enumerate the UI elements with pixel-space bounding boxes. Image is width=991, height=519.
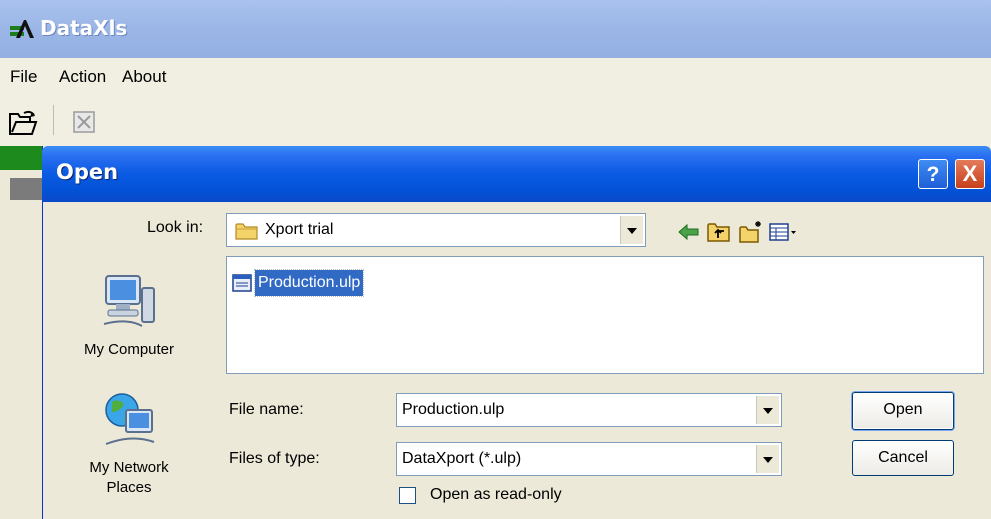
my-network-label[interactable]: My Network Places [74,458,184,498]
toolbar-separator [53,105,54,135]
close-button[interactable]: X [955,159,985,189]
read-only-label[interactable]: Open as read-only [430,486,562,504]
menu-about[interactable]: About [122,67,166,87]
toolbar [0,98,991,146]
chevron-down-icon[interactable] [620,216,643,244]
chevron-down-icon[interactable] [756,445,779,473]
file-icon [232,274,252,292]
menu-file[interactable]: File [10,67,37,87]
open-button[interactable]: Open [852,392,954,430]
look-in-value: Xport trial [265,221,334,238]
file-name-production[interactable]: Production.ulp [253,269,365,297]
up-folder-icon[interactable] [706,219,732,245]
file-name-field[interactable]: Production.ulp [396,393,782,427]
view-menu-icon[interactable] [768,219,798,245]
help-button[interactable]: ? [918,159,948,189]
file-type-value: DataXport (*.ulp) [402,450,522,467]
app-panel-block [10,178,42,200]
app-background [0,170,42,519]
cancel-button[interactable]: Cancel [852,440,954,476]
file-name-value: Production.ulp [402,401,505,418]
dialog-title-bar[interactable] [42,146,991,202]
app-status-strip [0,146,42,170]
my-computer-icon[interactable] [98,270,160,332]
export-icon[interactable] [70,108,98,136]
menu-action[interactable]: Action [59,67,106,87]
chevron-down-icon[interactable] [756,396,779,424]
dialog-title: Open [56,160,119,184]
look-in-label: Look in: [147,219,204,236]
folder-icon [235,223,258,240]
read-only-checkbox[interactable] [399,487,416,504]
back-arrow-icon[interactable] [676,219,702,245]
my-computer-label[interactable]: My Computer [74,340,184,360]
file-type-select[interactable]: DataXport (*.ulp) [396,442,782,476]
app-logo-icon [10,20,34,38]
look-in-combo[interactable]: Xport trial [226,213,646,247]
file-type-label: Files of type: [229,450,320,467]
app-title-bar [0,0,991,58]
new-folder-icon[interactable] [738,219,764,245]
open-folder-icon[interactable] [8,110,38,136]
file-name-label: File name: [229,401,304,418]
my-network-icon[interactable] [98,388,160,450]
app-title: DataXls [40,16,128,40]
